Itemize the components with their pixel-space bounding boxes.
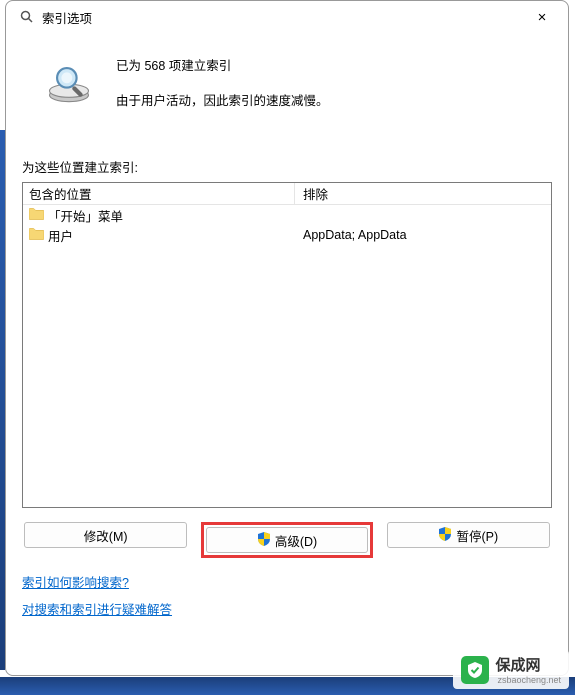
close-button[interactable]: × xyxy=(520,3,564,31)
locations-label: 为这些位置建立索引: xyxy=(22,157,552,176)
index-count-text: 已为 568 项建立索引 xyxy=(116,55,329,74)
index-icon xyxy=(40,51,98,109)
modify-button[interactable]: 修改(M) xyxy=(24,522,187,548)
window-title: 索引选项 xyxy=(42,8,520,27)
list-item[interactable]: 用户 AppData; AppData xyxy=(23,225,551,245)
list-item[interactable]: 「开始」菜单 xyxy=(23,205,551,225)
search-icon xyxy=(18,8,36,26)
watermark: 保成网 zsbaocheng.net xyxy=(453,650,569,689)
modify-label: 修改(M) xyxy=(84,526,128,545)
button-row: 修改(M) 高级(D) xyxy=(22,522,552,558)
watermark-sub: zsbaocheng.net xyxy=(497,675,561,685)
help-link-search[interactable]: 索引如何影响搜索? xyxy=(22,572,129,591)
pause-label: 暂停(P) xyxy=(456,526,498,545)
locations-list[interactable]: 包含的位置 排除 「开始」菜单 xyxy=(22,182,552,508)
list-header: 包含的位置 排除 xyxy=(23,183,551,205)
folder-icon xyxy=(29,208,44,223)
help-link-troubleshoot[interactable]: 对搜索和索引进行疑难解答 xyxy=(22,599,172,618)
index-options-dialog: 索引选项 × 已为 568 项建立索引 由于用户活动，因此索引的速度减慢。 为这… xyxy=(5,0,569,676)
watermark-icon xyxy=(461,656,489,684)
folder-icon xyxy=(29,228,44,243)
titlebar[interactable]: 索引选项 × xyxy=(6,1,568,33)
index-speed-text: 由于用户活动，因此索引的速度减慢。 xyxy=(116,90,329,109)
item-name: 用户 xyxy=(48,226,73,245)
shield-icon xyxy=(257,532,271,549)
advanced-button[interactable]: 高级(D) xyxy=(206,527,367,553)
header-included[interactable]: 包含的位置 xyxy=(23,183,295,205)
status-text: 已为 568 项建立索引 由于用户活动，因此索引的速度减慢。 xyxy=(116,51,329,109)
shield-icon xyxy=(438,527,452,544)
item-excluded: AppData; AppData xyxy=(295,228,551,242)
list-body: 「开始」菜单 用户 AppData; AppData xyxy=(23,205,551,507)
advanced-label: 高级(D) xyxy=(275,531,317,550)
header-excluded[interactable]: 排除 xyxy=(295,183,551,205)
status-row: 已为 568 项建立索引 由于用户活动，因此索引的速度减慢。 xyxy=(22,51,552,109)
item-name: 「开始」菜单 xyxy=(48,206,123,225)
dialog-content: 已为 568 项建立索引 由于用户活动，因此索引的速度减慢。 为这些位置建立索引… xyxy=(6,33,568,626)
help-links: 索引如何影响搜索? 对搜索和索引进行疑难解答 xyxy=(22,572,552,626)
watermark-text: 保成网 xyxy=(495,654,561,675)
advanced-highlight: 高级(D) xyxy=(201,522,372,558)
close-icon: × xyxy=(538,9,547,26)
pause-button[interactable]: 暂停(P) xyxy=(387,522,550,548)
